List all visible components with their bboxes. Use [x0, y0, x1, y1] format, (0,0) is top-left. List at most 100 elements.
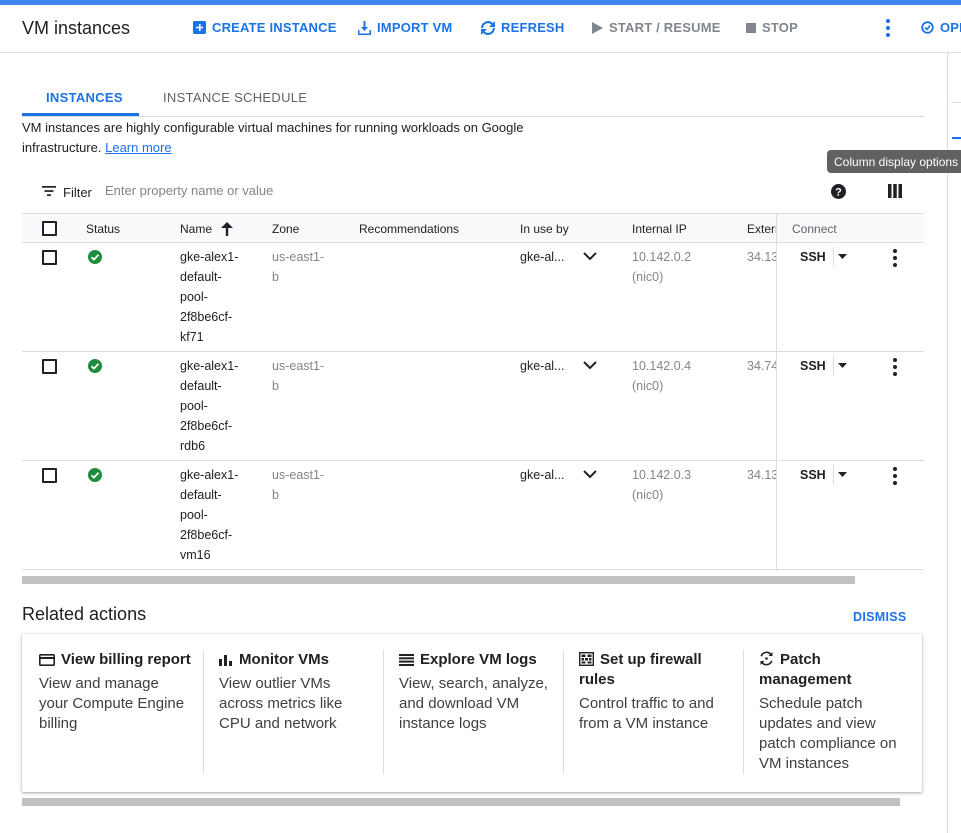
more-actions-icon[interactable]	[880, 17, 896, 44]
dismiss-button[interactable]: DISMISS	[853, 610, 907, 624]
column-display-icon[interactable]	[888, 184, 902, 198]
name-line: default-	[180, 270, 222, 284]
col-name-label: Name	[180, 222, 213, 236]
name-line: pool-	[180, 508, 208, 522]
card-body-line: CPU and network	[219, 715, 337, 732]
card-patch-management[interactable]: Patch management Schedule patch updates …	[759, 650, 927, 774]
zone-line: us-east1-	[272, 359, 325, 373]
instance-name[interactable]: gke-alex1- default- pool- 2f8be6cf- kf71	[180, 247, 238, 347]
card-body-line: instance logs	[399, 715, 487, 732]
operations-button[interactable]: OPE	[921, 20, 961, 35]
zone-line: b	[272, 270, 279, 284]
table-row[interactable]: gke-alex1- default- pool- 2f8be6cf- kf71…	[22, 243, 924, 352]
create-instance-button[interactable]: CREATE INSTANCE	[193, 20, 337, 35]
help-icon[interactable]: ?	[830, 183, 847, 200]
card-body-line: View, search, analyze,	[399, 675, 548, 692]
name-line: 2f8be6cf-	[180, 528, 233, 542]
zone-line: us-east1-	[272, 250, 325, 264]
in-use-by[interactable]: gke-al...	[520, 465, 564, 485]
col-internal-ip[interactable]: Internal IP	[632, 222, 687, 236]
zone-line: b	[272, 488, 279, 502]
active-tab-indicator	[22, 113, 139, 116]
learn-more-link[interactable]: Learn more	[105, 140, 171, 155]
card-view-billing-report[interactable]: View billing report View and manage your…	[39, 650, 207, 734]
row-more-icon[interactable]	[887, 357, 903, 377]
import-vm-button[interactable]: IMPORT VM	[358, 20, 452, 35]
col-status[interactable]: Status	[86, 222, 120, 236]
card-title-line: rules	[579, 671, 615, 688]
card-divider	[563, 650, 564, 774]
billing-icon	[39, 654, 55, 666]
card-body-line: View outlier VMs	[219, 675, 331, 692]
page-header: VM instances CREATE INSTANCE IMPORT VM R…	[0, 5, 961, 53]
external-ip[interactable]: 34.13	[747, 247, 776, 267]
caret-down-icon[interactable]	[838, 254, 847, 259]
instance-zone: us-east1- b	[272, 465, 324, 505]
ssh-button[interactable]: SSH	[800, 468, 826, 482]
internal-ip: 10.142.0.3 (nic0)	[632, 465, 691, 505]
refresh-label: REFRESH	[501, 20, 565, 35]
chevron-down-icon[interactable]	[583, 361, 597, 370]
refresh-button[interactable]: REFRESH	[481, 20, 565, 35]
card-explore-vm-logs[interactable]: Explore VM logs View, search, analyze, a…	[399, 650, 567, 734]
tab-instances[interactable]: INSTANCES	[46, 90, 123, 105]
instances-table: Status Name Zone Recommendations In use …	[22, 213, 924, 571]
filter-label: Filter	[63, 185, 92, 200]
play-icon	[592, 21, 603, 34]
table-row[interactable]: gke-alex1- default- pool- 2f8be6cf- rdb6…	[22, 352, 924, 461]
row-checkbox[interactable]	[42, 359, 57, 374]
col-external-ip[interactable]: Extern	[747, 222, 776, 236]
row-checkbox[interactable]	[42, 468, 57, 483]
name-line: gke-alex1-	[180, 468, 239, 482]
ip-line: 10.142.0.4	[632, 359, 692, 373]
name-line: vm16	[180, 548, 211, 562]
filter-bar: Filter ?	[22, 180, 924, 208]
start-resume-button[interactable]: START / RESUME	[592, 20, 721, 35]
col-in-use-by[interactable]: In use by	[520, 222, 569, 236]
card-set-up-firewall-rules[interactable]: Set up firewall rules Control traffic to…	[578, 650, 747, 734]
operations-label: OPE	[940, 20, 961, 35]
stop-button[interactable]: STOP	[746, 20, 798, 35]
caret-down-icon[interactable]	[838, 363, 847, 368]
row-more-icon[interactable]	[887, 248, 903, 268]
row-more-icon[interactable]	[887, 466, 903, 486]
internal-ip: 10.142.0.2 (nic0)	[632, 247, 691, 287]
external-ip[interactable]: 34.74	[747, 356, 776, 376]
row-checkbox[interactable]	[42, 250, 57, 265]
filter-icon[interactable]	[42, 186, 56, 196]
firewall-icon	[578, 651, 595, 667]
logs-icon	[399, 654, 414, 666]
col-recommendations[interactable]: Recommendations	[359, 222, 459, 236]
card-monitor-vms[interactable]: Monitor VMs View outlier VMs across metr…	[219, 650, 387, 734]
ssh-divider	[833, 247, 834, 267]
filter-input[interactable]	[105, 183, 405, 198]
caret-down-icon[interactable]	[838, 472, 847, 477]
instance-name[interactable]: gke-alex1- default- pool- 2f8be6cf- rdb6	[180, 356, 238, 456]
related-actions-panel: View billing report View and manage your…	[22, 634, 922, 792]
col-name[interactable]: Name	[180, 222, 234, 236]
instance-name[interactable]: gke-alex1- default- pool- 2f8be6cf- vm16	[180, 465, 238, 565]
chevron-down-icon[interactable]	[583, 252, 597, 261]
tab-instance-schedule[interactable]: INSTANCE SCHEDULE	[163, 90, 307, 105]
chevron-down-icon[interactable]	[583, 470, 597, 479]
external-ip[interactable]: 34.13	[747, 465, 776, 485]
in-use-by[interactable]: gke-al...	[520, 356, 564, 376]
name-line: rdb6	[180, 439, 206, 453]
page-description: VM instances are highly configurable vir…	[22, 118, 542, 158]
check-circle-icon	[88, 250, 102, 264]
card-title-line: management	[759, 671, 852, 688]
related-horizontal-scrollbar[interactable]	[22, 798, 900, 806]
table-row[interactable]: gke-alex1- default- pool- 2f8be6cf- vm16…	[22, 461, 924, 570]
ssh-divider	[833, 356, 834, 376]
ip-line: 10.142.0.2	[632, 250, 692, 264]
card-body-line: across metrics like	[219, 695, 343, 712]
ssh-button[interactable]: SSH	[800, 250, 826, 264]
select-all-checkbox[interactable]	[42, 221, 57, 236]
stop-label: STOP	[762, 20, 798, 35]
table-horizontal-scrollbar[interactable]	[22, 576, 855, 584]
patch-icon	[760, 651, 773, 666]
in-use-by[interactable]: gke-al...	[520, 247, 564, 267]
ip-line: (nic0)	[632, 488, 664, 502]
ssh-button[interactable]: SSH	[800, 359, 826, 373]
col-zone[interactable]: Zone	[272, 222, 299, 236]
